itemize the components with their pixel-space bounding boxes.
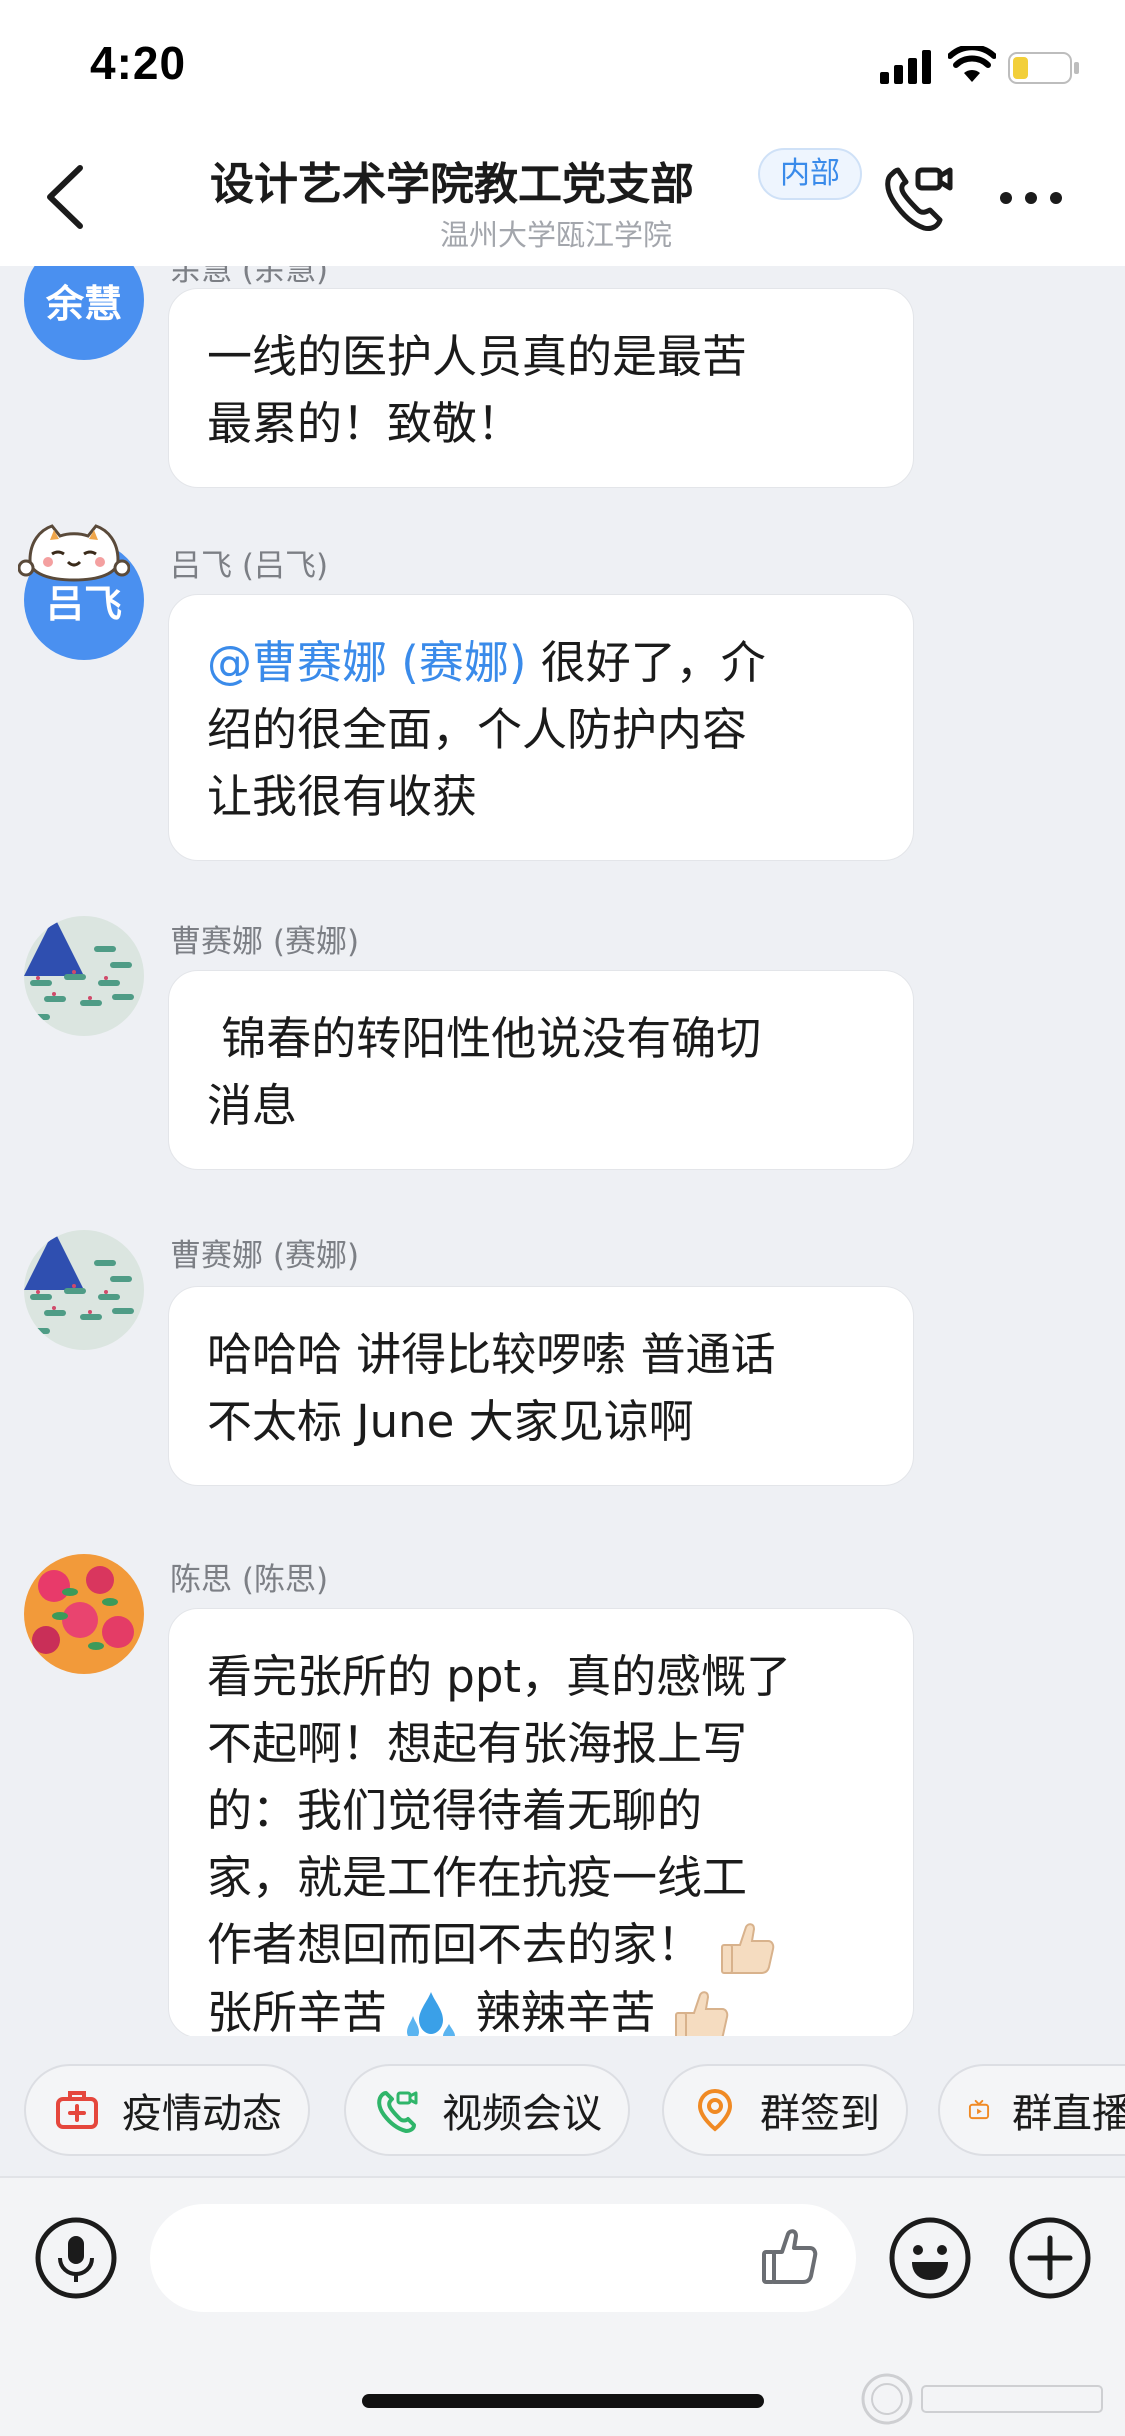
- message-line: 一线的医护人员真的是最苦: [207, 330, 748, 383]
- message-line: 不太标 June 大家见谅啊: [207, 1395, 694, 1448]
- message-line: 不起啊！想起有张海报上写: [207, 1717, 748, 1770]
- message-text: 张所辛苦: [207, 1986, 388, 2036]
- message-line: 绍的很全面，个人防护内容: [207, 703, 748, 756]
- group-title: 设计艺术学院教工党支部: [210, 159, 694, 210]
- quick-action-epidemic-news[interactable]: 疫情动态: [24, 2064, 310, 2156]
- message-line: 作者想回而回不去的家！: [207, 1911, 873, 1979]
- cellular-signal-icon: [880, 50, 931, 84]
- message-line: 消息: [207, 1079, 298, 1132]
- emoji-face-icon[interactable]: [888, 2216, 972, 2300]
- location-pin-icon: [697, 2088, 733, 2132]
- sender-name: 陈思 (陈思): [170, 1562, 329, 1598]
- medical-kit-icon: [56, 2091, 98, 2129]
- chat-header: 设计艺术学院教工党支部 内部 温州大学瓯江学院: [0, 130, 1125, 266]
- status-time: 4:20: [90, 37, 187, 89]
- thumbs-up-icon[interactable]: [756, 2224, 822, 2290]
- message-line: 家，就是工作在抗疫一线工: [207, 1851, 748, 1904]
- quick-action-group-live[interactable]: 群直播: [938, 2064, 1125, 2156]
- sender-name: 曹赛娜 (赛娜): [170, 1238, 360, 1274]
- tv-live-icon: [968, 2099, 990, 2120]
- message-bubble[interactable]: 锦春的转阳性他说没有确切 消息: [168, 970, 914, 1170]
- thumbs-up-icon: [674, 1991, 729, 2036]
- message-line: @曹赛娜 (赛娜) 很好了，介: [207, 629, 873, 696]
- cat-decoration-icon: [18, 524, 130, 582]
- quick-actions-bar: 疫情动态 视频会议 群签到 群直播: [0, 2036, 1125, 2176]
- wifi-icon: [948, 46, 996, 82]
- message-line: 最累的！致敬！: [207, 397, 523, 450]
- more-options-icon[interactable]: [996, 186, 1066, 210]
- university-watermark-logo: [861, 2373, 1103, 2425]
- chip-label: 群直播: [1012, 2091, 1125, 2137]
- battery-icon: [1008, 52, 1079, 84]
- plus-icon[interactable]: [1008, 2216, 1092, 2300]
- avatar[interactable]: [24, 916, 144, 1036]
- back-arrow-icon[interactable]: [40, 162, 90, 232]
- avatar[interactable]: [24, 1554, 144, 1674]
- status-bar: 4:20: [0, 0, 1125, 130]
- chip-label: 群签到: [760, 2091, 880, 2137]
- message-line: 锦春的转阳性他说没有确切: [207, 1012, 762, 1065]
- mention-link[interactable]: @曹赛娜 (赛娜): [207, 636, 526, 689]
- internal-badge: 内部: [758, 148, 862, 200]
- sender-name: 吕飞 (吕飞): [170, 548, 329, 584]
- message-list[interactable]: 余慧 (余慧) 余慧 一线的医护人员真的是最苦 最累的！致敬！ 吕飞 (吕飞) …: [0, 266, 1125, 2036]
- message-text: 很好了，介: [526, 636, 766, 689]
- message-input[interactable]: [150, 2204, 856, 2312]
- sender-name: 曹赛娜 (赛娜): [170, 924, 360, 960]
- quick-action-group-checkin[interactable]: 群签到: [662, 2064, 908, 2156]
- sender-name: 余慧 (余慧): [170, 266, 329, 288]
- message-line: 哈哈哈 讲得比较啰嗦 普通话: [207, 1328, 776, 1381]
- message-bubble[interactable]: 一线的医护人员真的是最苦 最累的！致敬！: [168, 288, 914, 488]
- thumbs-up-icon: [721, 1923, 775, 1974]
- message-bubble[interactable]: 看完张所的 ppt，真的感慨了 不起啊！想起有张海报上写 的：我们觉得待着无聊的…: [168, 1608, 914, 2036]
- message-line: 张所辛苦 辣辣辛苦: [207, 1979, 873, 2036]
- video-call-icon[interactable]: [880, 160, 954, 234]
- video-meeting-icon: [377, 2091, 418, 2133]
- message-text: 辣辣辛苦: [475, 1986, 656, 2036]
- organization-subtitle: 温州大学瓯江学院: [440, 218, 673, 252]
- chip-label: 疫情动态: [122, 2091, 282, 2137]
- message-text: 作者想回而回不去的家！: [207, 1918, 703, 1971]
- quick-action-video-meeting[interactable]: 视频会议: [344, 2064, 630, 2156]
- message-bubble[interactable]: 哈哈哈 讲得比较啰嗦 普通话 不太标 June 大家见谅啊: [168, 1286, 914, 1486]
- chip-label: 视频会议: [442, 2091, 602, 2137]
- message-line: 看完张所的 ppt，真的感慨了: [207, 1650, 792, 1703]
- sweat-droplets-icon: [407, 1992, 456, 2036]
- avatar[interactable]: [24, 1230, 144, 1350]
- message-line: 让我很有收获: [207, 770, 478, 823]
- home-indicator[interactable]: [362, 2394, 764, 2408]
- avatar[interactable]: 余慧: [24, 266, 144, 360]
- message-line: 的：我们觉得待着无聊的: [207, 1784, 703, 1837]
- microphone-icon[interactable]: [34, 2216, 118, 2300]
- message-bubble[interactable]: @曹赛娜 (赛娜) 很好了，介 绍的很全面，个人防护内容 让我很有收获: [168, 594, 914, 861]
